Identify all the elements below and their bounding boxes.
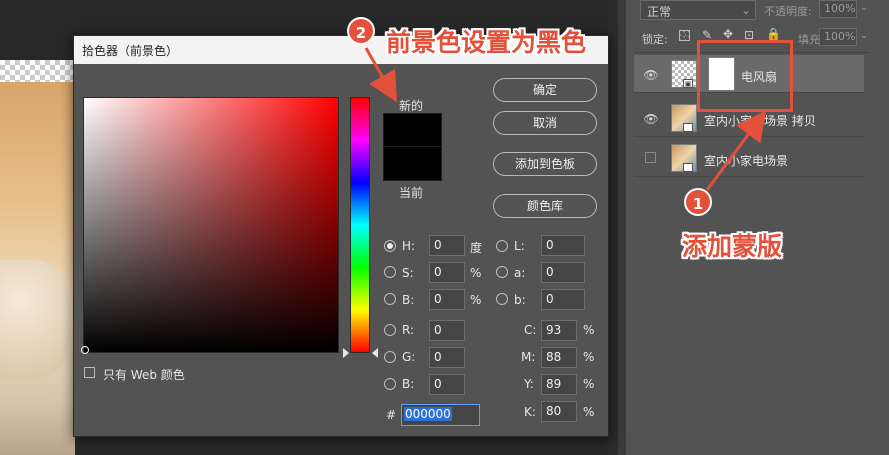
canvas-edge [608, 0, 618, 455]
lock-move-icon[interactable]: ✥ [723, 27, 733, 41]
step1-annotation: 添加蒙版 [682, 232, 783, 261]
yellow-unit: % [583, 377, 595, 391]
hue-input[interactable]: 0 [429, 235, 465, 256]
smart-object-icon [683, 163, 693, 172]
lab-a-label: a: [514, 266, 526, 280]
green-radio[interactable] [384, 351, 396, 363]
canvas-photo-sofa [0, 260, 70, 380]
dialog-title: 拾色器（前景色） [82, 44, 179, 58]
layer-name: 室内小家电场景 [704, 154, 789, 168]
web-colors-only-label: 只有 Web 颜色 [103, 368, 185, 382]
yellow-input[interactable]: 89 [541, 374, 577, 395]
panel-divider[interactable] [618, 0, 626, 455]
add-to-swatches-button[interactable]: 添加到色板 [493, 152, 597, 176]
magenta-label: M: [521, 350, 536, 364]
color-field-cursor[interactable] [81, 346, 89, 354]
lab-l-input[interactable]: 0 [541, 235, 585, 256]
black-input[interactable]: 80 [541, 401, 577, 422]
lab-b-radio[interactable] [496, 293, 508, 305]
ok-button[interactable]: 确定 [493, 78, 597, 102]
saturation-radio[interactable] [384, 266, 396, 278]
hue-slider-handle[interactable] [372, 348, 378, 358]
blend-mode-select[interactable]: 正常 ⌄ [640, 0, 756, 20]
highlight-box [697, 40, 793, 112]
cyan-label: C: [524, 323, 537, 337]
hue-radio[interactable] [384, 240, 396, 252]
step1-badge: 1 [684, 188, 712, 216]
red-radio[interactable] [384, 324, 396, 336]
green-input[interactable]: 0 [429, 347, 465, 368]
cyan-unit: % [583, 323, 595, 337]
lab-b-label: b: [514, 293, 526, 307]
green-label: G: [402, 350, 416, 364]
lab-l-label: L: [514, 239, 525, 253]
smart-object-icon: ▣ [683, 79, 693, 88]
black-label: K: [524, 405, 536, 419]
saturation-unit: % [470, 266, 482, 280]
smart-object-icon [683, 123, 693, 132]
chevron-down-icon: ⌄ [740, 3, 751, 17]
color-libraries-button[interactable]: 颜色库 [493, 194, 597, 218]
brightness-input[interactable]: 0 [429, 289, 465, 310]
fill-input[interactable]: 100% [819, 28, 857, 46]
eye-icon[interactable]: 👁 [643, 68, 659, 82]
hue-unit: 度 [470, 241, 483, 255]
lab-a-input[interactable]: 0 [541, 262, 585, 283]
web-colors-only-checkbox[interactable] [84, 367, 95, 378]
hex-input[interactable]: 000000 [401, 404, 480, 426]
black-unit: % [583, 405, 595, 419]
chevron-down-icon[interactable]: ⌄ [860, 2, 868, 13]
saturation-brightness-field[interactable] [83, 97, 339, 353]
red-input[interactable]: 0 [429, 320, 465, 341]
hex-value: 000000 [404, 407, 452, 421]
red-label: R: [402, 323, 415, 337]
opacity-input[interactable]: 100% [819, 0, 857, 18]
brightness-label: B: [402, 293, 415, 307]
saturation-input[interactable]: 0 [429, 262, 465, 283]
cyan-input[interactable]: 93 [541, 320, 577, 341]
step2-annotation: 前景色设置为黑色 [386, 28, 587, 57]
magenta-unit: % [583, 350, 595, 364]
blue-label: B: [402, 377, 415, 391]
step2-badge: 2 [347, 17, 375, 45]
saturation-label: S: [402, 266, 414, 280]
blend-mode-value: 正常 [647, 5, 672, 19]
current-color-swatch[interactable] [383, 147, 442, 181]
brightness-radio[interactable] [384, 293, 396, 305]
magenta-input[interactable]: 88 [541, 347, 577, 368]
blue-input[interactable]: 0 [429, 374, 465, 395]
lab-b-input[interactable]: 0 [541, 289, 585, 310]
lock-label: 锁定: [642, 33, 668, 46]
eye-icon[interactable]: 👁 [643, 112, 659, 126]
brightness-unit: % [470, 293, 482, 307]
lab-a-radio[interactable] [496, 266, 508, 278]
hue-slider-handle[interactable] [343, 348, 349, 358]
visibility-toggle[interactable] [645, 152, 656, 163]
hue-label: H: [402, 239, 416, 253]
chevron-down-icon[interactable]: ⌄ [860, 30, 868, 41]
transparency-checkerboard [0, 60, 80, 82]
lab-l-radio[interactable] [496, 240, 508, 252]
layer-name: 室内小家电场景 拷贝 [704, 114, 816, 128]
current-color-label: 当前 [399, 186, 424, 200]
lock-all-icon[interactable]: 🔒 [766, 27, 781, 41]
lock-transparent-icon[interactable] [679, 30, 690, 41]
yellow-label: Y: [524, 377, 534, 391]
hue-slider[interactable] [350, 97, 370, 353]
new-color-swatch [383, 113, 442, 147]
hex-label: # [386, 408, 397, 422]
cancel-button[interactable]: 取消 [493, 111, 597, 135]
opacity-label: 不透明度: [764, 5, 812, 18]
blue-radio[interactable] [384, 378, 396, 390]
new-color-label: 新的 [399, 99, 424, 113]
